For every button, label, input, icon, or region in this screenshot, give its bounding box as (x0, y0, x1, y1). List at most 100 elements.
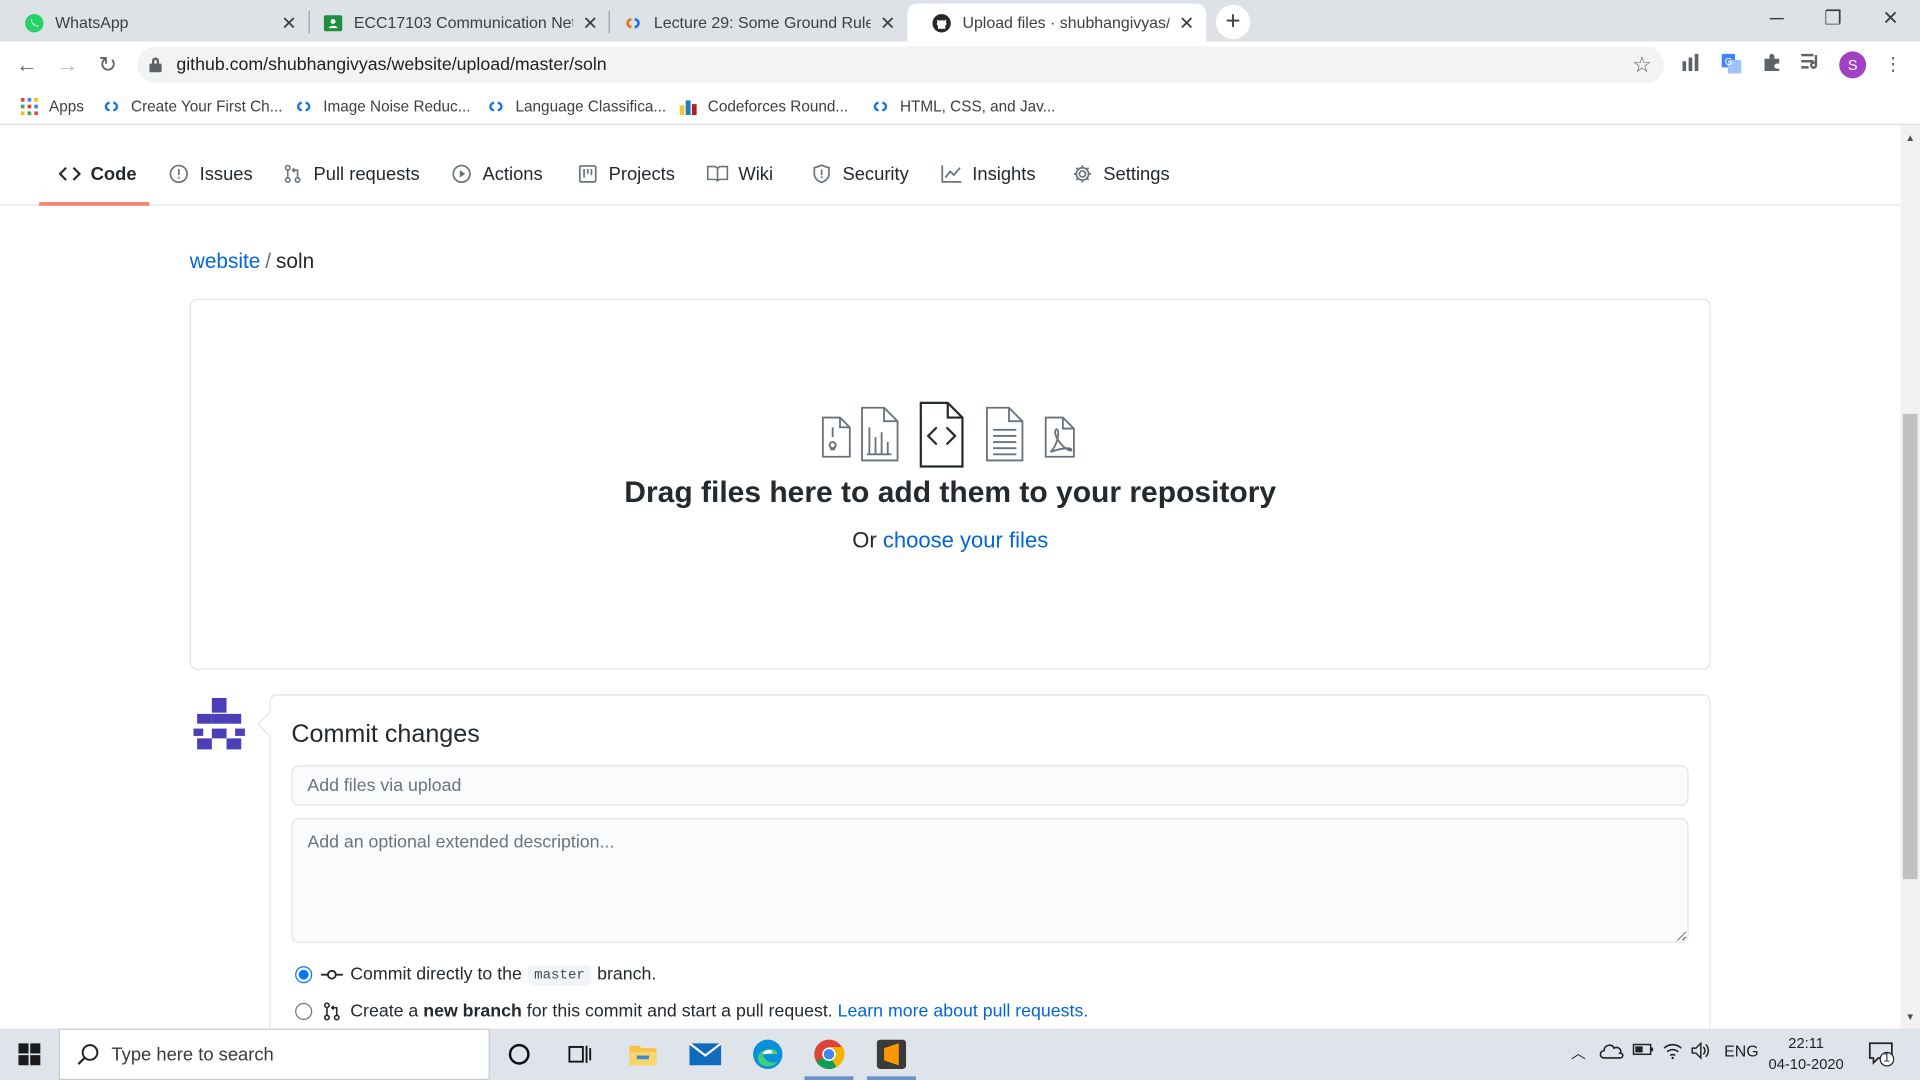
tab-actions[interactable]: Actions (451, 159, 543, 188)
tab-title: WhatsApp (55, 13, 129, 32)
address-bar[interactable]: github.com/shubhangivyas/website/upload/… (137, 46, 1665, 84)
selected-tab-underline (39, 202, 150, 206)
mail-icon[interactable] (676, 1029, 735, 1080)
sublime-text-icon[interactable] (862, 1029, 921, 1080)
restore-icon[interactable]: ❐ (1805, 0, 1861, 39)
tab-code[interactable]: Code (58, 159, 137, 188)
new-branch-text: for this commit and start a pull request… (526, 1001, 833, 1022)
translate-icon[interactable]: G (1719, 53, 1743, 77)
chrome-icon[interactable] (800, 1029, 859, 1080)
tab-upload-files[interactable]: Upload files · shubhangivyas/web... ✕ (907, 3, 1207, 42)
bookmark-language-classification[interactable]: Language Classifica... (485, 94, 666, 118)
breadcrumb-folder: soln (275, 249, 315, 274)
bookmark-image-noise[interactable]: Image Noise Reduc... (293, 94, 471, 118)
taskbar-search[interactable]: Type here to search (58, 1028, 490, 1080)
github-icon (932, 13, 952, 33)
tab-label: Insights (972, 163, 1036, 185)
commit-summary-input[interactable] (291, 765, 1689, 806)
pull-request-icon (321, 1002, 343, 1022)
new-tab-button[interactable]: + (1215, 4, 1251, 40)
tab-settings[interactable]: Settings (1071, 159, 1170, 188)
file-explorer-icon[interactable] (613, 1029, 672, 1080)
bookmark-label: Language Classifica... (515, 97, 667, 116)
scroll-thumb[interactable] (1902, 413, 1918, 880)
url-text[interactable]: github.com/shubhangivyas/website/upload/… (176, 55, 606, 75)
repo-nav: Code Issues Pull requests Actions Projec… (0, 125, 1901, 206)
page-scrollbar[interactable]: ▲ ▼ (1900, 124, 1920, 1029)
forward-icon[interactable]: → (53, 50, 82, 79)
lock-icon[interactable] (149, 57, 162, 73)
bookmark-label: Image Noise Reduc... (323, 97, 471, 116)
extensions-puzzle-icon[interactable] (1760, 53, 1784, 77)
wifi-icon[interactable] (1663, 1042, 1683, 1063)
bookmark-label: Create Your First Ch... (131, 97, 283, 116)
tab-projects[interactable]: Projects (577, 159, 675, 188)
breadcrumb-repo-link[interactable]: website (190, 250, 261, 273)
shield-icon (811, 163, 833, 185)
tab-label: Wiki (738, 163, 774, 185)
close-window-icon[interactable]: ✕ (1862, 0, 1918, 39)
bookmark-label: HTML, CSS, and Jav... (900, 97, 1056, 116)
play-icon (451, 163, 473, 185)
new-branch-radio[interactable] (295, 1002, 313, 1021)
back-icon[interactable]: ← (12, 50, 41, 79)
profile-avatar[interactable]: S (1839, 51, 1867, 79)
scroll-down-icon[interactable]: ▼ (1900, 1009, 1920, 1026)
commit-direct-option[interactable]: Commit directly to the master branch. (295, 961, 656, 988)
cortana-icon[interactable] (490, 1029, 549, 1080)
system-clock[interactable]: 22:11 04-10-2020 (1763, 1033, 1849, 1075)
notification-icon[interactable]: 1 (1867, 1040, 1895, 1071)
edge-icon[interactable] (738, 1029, 797, 1080)
tab-label: Issues (199, 163, 253, 185)
extension-chart-icon[interactable] (1680, 53, 1704, 77)
commit-description-input[interactable] (291, 817, 1689, 943)
bookmark-codeforces[interactable]: Codeforces Round... (677, 94, 848, 118)
tab-whatsapp[interactable]: WhatsApp ✕ (0, 4, 309, 42)
onedrive-icon[interactable] (1599, 1042, 1624, 1063)
windows-start-icon[interactable] (0, 1029, 59, 1080)
tab-strip: WhatsApp ✕ ECC17103 Communication Netw..… (0, 0, 1920, 42)
apps-grid-icon (18, 97, 40, 116)
bookmark-label: Apps (48, 97, 84, 116)
new-branch-option[interactable]: Create a new branch for this commit and … (295, 998, 1088, 1025)
close-tab-icon[interactable]: ✕ (580, 12, 600, 34)
language-indicator[interactable]: ENG (1724, 1042, 1758, 1060)
close-tab-icon[interactable]: ✕ (1177, 12, 1197, 34)
close-tab-icon[interactable]: ✕ (878, 12, 898, 34)
tab-label: Code (90, 163, 137, 185)
bookmark-apps[interactable]: Apps (18, 94, 84, 118)
choose-files-link[interactable]: choose your files (883, 528, 1048, 552)
bookmark-create-your-first[interactable]: Create Your First Ch... (100, 94, 282, 118)
commit-direct-radio[interactable] (295, 966, 313, 984)
file-dropzone[interactable]: Drag files here to add them to your repo… (189, 298, 1711, 670)
bookmarks-bar: Apps Create Your First Ch... Image Noise… (0, 88, 1920, 125)
kebab-menu-icon[interactable]: ⋮ (1881, 53, 1905, 77)
volume-icon[interactable] (1691, 1041, 1711, 1063)
classroom-icon (323, 13, 343, 33)
tab-security[interactable]: Security (811, 159, 909, 188)
tab-lecture-29[interactable]: Lecture 29: Some Ground Rules a... ✕ (599, 4, 908, 42)
colab-icon (293, 98, 315, 115)
clock-date: 04-10-2020 (1768, 1055, 1844, 1073)
bookmark-star-icon[interactable]: ☆ (1632, 53, 1652, 79)
bookmark-html-css[interactable]: HTML, CSS, and Jav... (869, 94, 1055, 118)
tab-ecc17103[interactable]: ECC17103 Communication Netw... ✕ (299, 4, 610, 42)
learn-more-link[interactable]: Learn more about pull requests. (838, 1002, 1089, 1022)
breadcrumb-separator: / (265, 249, 272, 274)
minimize-icon[interactable]: ─ (1749, 0, 1805, 39)
tab-insights[interactable]: Insights (940, 159, 1036, 188)
tab-wiki[interactable]: Wiki (706, 159, 774, 188)
colab-icon (623, 13, 643, 33)
scroll-up-icon[interactable]: ▲ (1900, 130, 1920, 147)
media-control-icon[interactable] (1799, 53, 1823, 77)
tab-pull-requests[interactable]: Pull requests (282, 159, 420, 188)
colab-icon (869, 98, 891, 115)
task-view-icon[interactable] (551, 1029, 610, 1080)
windows-taskbar: Type here to search ︿ ENG 22:11 04-10-20… (0, 1028, 1920, 1080)
dropzone-prefix: Or (852, 527, 877, 553)
tab-issues[interactable]: Issues (168, 159, 253, 188)
show-hidden-icons[interactable]: ︿ (1571, 1042, 1586, 1063)
reload-icon[interactable]: ↻ (93, 50, 122, 79)
battery-icon[interactable] (1632, 1042, 1654, 1060)
close-tab-icon[interactable]: ✕ (279, 12, 299, 34)
